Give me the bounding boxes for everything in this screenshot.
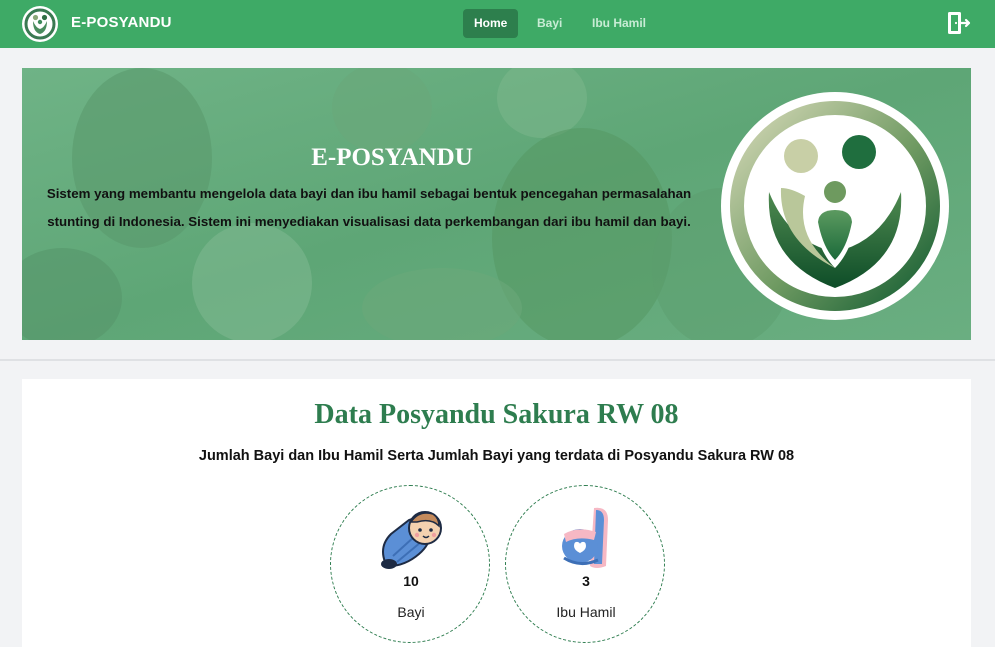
stat-label-bayi: Bayi bbox=[397, 604, 425, 620]
stat-card-ibu-hamil[interactable]: 3 Ibu Hamil bbox=[505, 485, 665, 643]
data-section-subtitle: Jumlah Bayi dan Ibu Hamil Serta Jumlah B… bbox=[198, 448, 795, 464]
stat-card-bayi[interactable]: 10 Bayi bbox=[330, 485, 490, 643]
hero-description: Sistem yang membantu mengelola data bayi… bbox=[46, 186, 692, 229]
hero-banner: E-POSYANDU Sistem yang membantu mengelol… bbox=[22, 68, 971, 340]
hero-title: E-POSYANDU bbox=[311, 144, 473, 171]
data-section-title: Data Posyandu Sakura RW 08 bbox=[314, 399, 679, 430]
nav-bayi[interactable]: Bayi bbox=[526, 9, 573, 38]
baby-icon bbox=[375, 506, 447, 572]
stat-label-ibu-hamil: Ibu Hamil bbox=[556, 604, 616, 620]
section-divider bbox=[0, 359, 995, 361]
brand-name[interactable]: E-POSYANDU bbox=[71, 14, 172, 31]
data-section: Data Posyandu Sakura RW 08 Jumlah Bayi d… bbox=[22, 379, 971, 647]
nav-ibu-hamil[interactable]: Ibu Hamil bbox=[581, 9, 657, 38]
stat-value-ibu-hamil: 3 bbox=[582, 573, 590, 589]
posyandu-logo-icon[interactable] bbox=[22, 6, 58, 42]
hero-posyandu-logo-icon bbox=[721, 92, 949, 320]
logout-icon[interactable] bbox=[945, 10, 971, 36]
nav-home[interactable]: Home bbox=[463, 9, 519, 38]
pregnant-woman-icon bbox=[550, 506, 622, 572]
stat-value-bayi: 10 bbox=[403, 573, 419, 589]
navbar: E-POSYANDU Home Bayi Ibu Hamil bbox=[0, 0, 995, 48]
